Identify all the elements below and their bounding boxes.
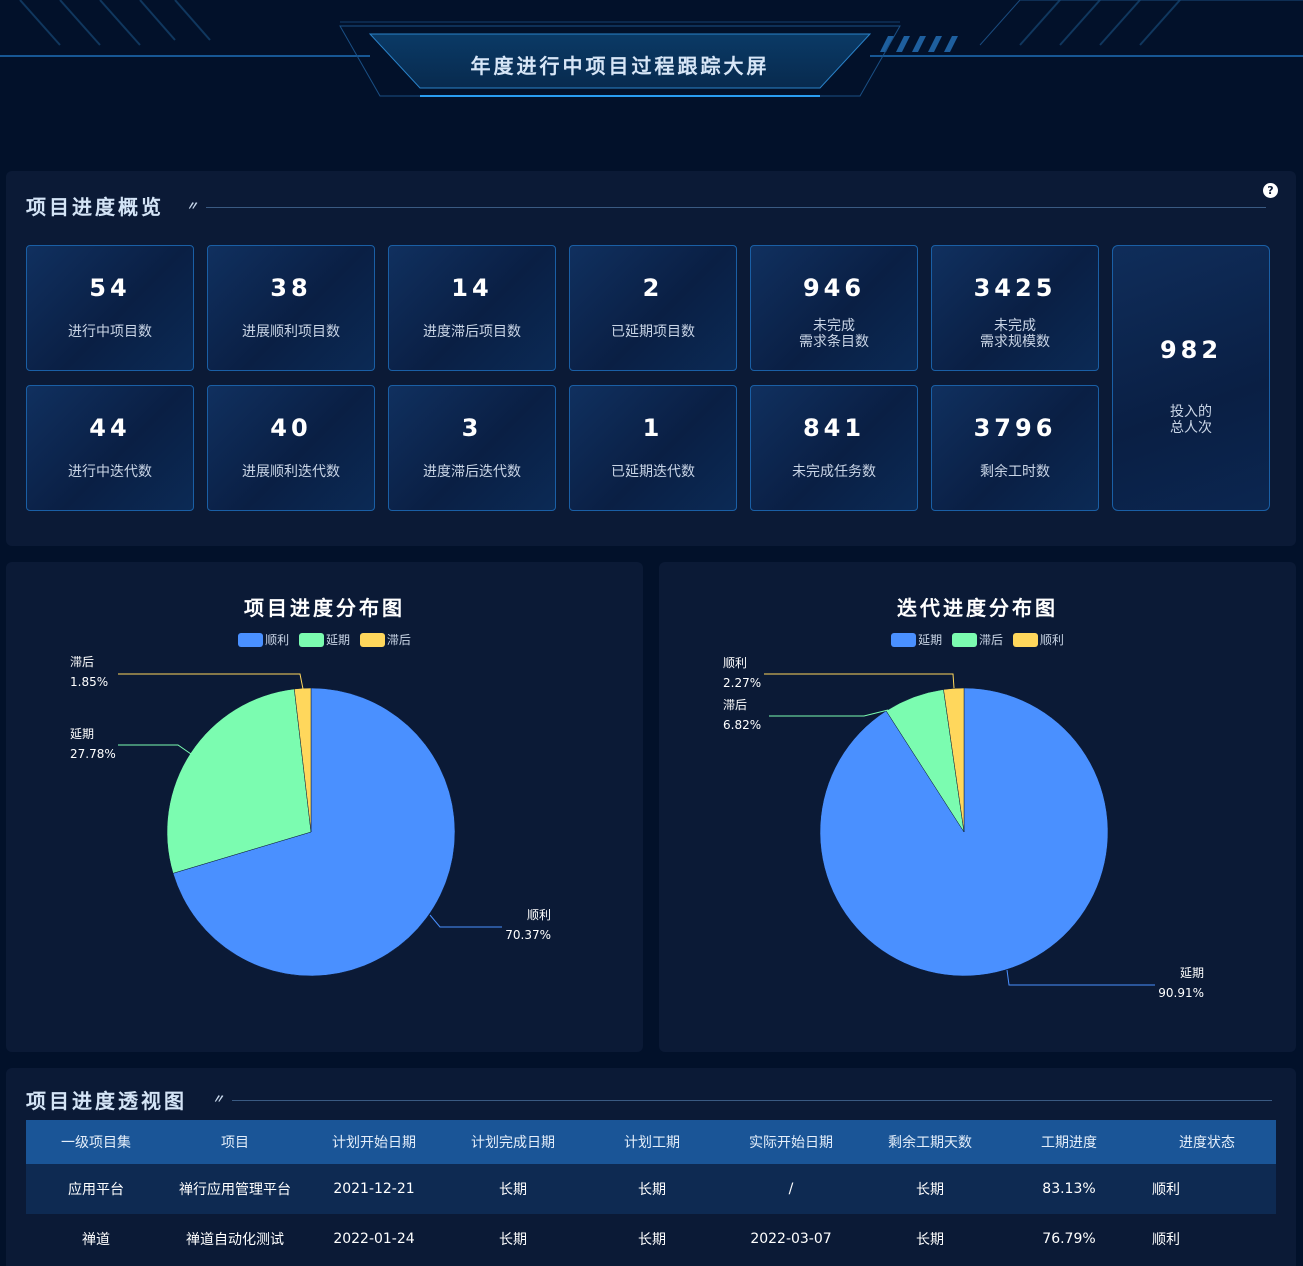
stat-label: 进度滞后项目数	[423, 324, 521, 340]
column-header[interactable]: 计划完成日期	[444, 1120, 582, 1164]
pie-label-smooth: 顺利 70.37%	[505, 908, 551, 942]
pie-leader-line	[118, 744, 192, 755]
column-header[interactable]: 一级项目集	[26, 1120, 166, 1164]
pie-label-lagging: 滞后 6.82%	[723, 698, 762, 732]
stat-card: 3425 未完成 需求规模数	[931, 245, 1099, 371]
table-cell: 禅道	[82, 1232, 110, 1248]
table-cell: 83.13%	[1042, 1181, 1096, 1197]
stat-card: 14 进度滞后项目数	[388, 245, 556, 371]
stat-card: 40 进展顺利迭代数	[207, 385, 375, 511]
stat-value: 44	[89, 414, 131, 442]
stat-card: 946 未完成 需求条目数	[750, 245, 918, 371]
table-row[interactable]: 应用平台 禅行应用管理平台 2021-12-21 长期 长期 / 长期 83.1…	[26, 1164, 1276, 1214]
stat-label: 进行中迭代数	[68, 464, 152, 480]
stat-value: 982	[1159, 336, 1223, 364]
table-cell: 2021-12-21	[333, 1181, 415, 1197]
stat-value: 841	[802, 414, 866, 442]
stat-value: 2	[642, 274, 664, 302]
stat-value: 946	[802, 274, 866, 302]
overview-title: 项目进度概览	[26, 195, 164, 219]
table-cell: 长期	[916, 1182, 944, 1198]
table-cell: 长期	[499, 1182, 527, 1198]
title-divider	[232, 1100, 1272, 1101]
table-cell: 长期	[916, 1232, 944, 1248]
table-header-row: 一级项目集 项目 计划开始日期 计划完成日期 计划工期 实际开始日期 剩余工期天…	[26, 1120, 1276, 1164]
title-decor-icon: 〃	[212, 1092, 225, 1106]
column-header[interactable]: 计划开始日期	[304, 1120, 444, 1164]
title-decor-icon: 〃	[186, 199, 199, 213]
status-cell: 顺利	[1152, 1232, 1180, 1248]
stat-value: 14	[451, 274, 493, 302]
stat-value: 38	[270, 274, 312, 302]
pie-leader-line	[1006, 969, 1155, 986]
column-header[interactable]: 实际开始日期	[722, 1120, 860, 1164]
column-header[interactable]: 进度状态	[1138, 1120, 1276, 1164]
stat-label: 投入的 总人次	[1170, 404, 1212, 436]
project-progress-pie-panel: 项目进度分布图 顺利 延期 滞后 滞后 1.85% 延期 27.78% 顺利 70.3…	[6, 562, 643, 1052]
stat-value: 3425	[973, 274, 1057, 302]
table-section-title: 项目进度透视图	[26, 1089, 187, 1113]
stat-label: 已延期迭代数	[611, 464, 695, 480]
table-cell: 长期	[638, 1232, 666, 1248]
title-divider	[206, 207, 1266, 208]
stat-label: 未完成 需求条目数	[799, 318, 869, 350]
pie-chart	[118, 673, 502, 977]
pie-label-lagging: 滞后 1.85%	[70, 655, 109, 689]
stat-label: 进展顺利项目数	[242, 324, 340, 340]
stat-card: 38 进展顺利项目数	[207, 245, 375, 371]
pie-leader-line	[764, 673, 955, 689]
table-row[interactable]: 禅道 禅道自动化测试 2022-01-24 长期 长期 2022-03-07 长…	[26, 1214, 1276, 1264]
stat-card: 2 已延期项目数	[569, 245, 737, 371]
stat-label: 进度滞后迭代数	[423, 464, 521, 480]
help-icon[interactable]: ?	[1263, 183, 1278, 198]
status-cell: 顺利	[1152, 1182, 1180, 1198]
pie-label-delayed: 延期 90.91%	[1158, 966, 1204, 1000]
stat-label: 已延期项目数	[611, 324, 695, 340]
table-cell: 2022-01-24	[333, 1231, 415, 1247]
overview-panel: 项目进度概览 〃 ? 54 进行中项目数 38 进展顺利项目数 14 进度滞后项…	[6, 171, 1296, 546]
stat-card: 3796 剩余工时数	[931, 385, 1099, 511]
stat-value: 40	[270, 414, 312, 442]
table-cell: 长期	[638, 1182, 666, 1198]
stat-value: 1	[642, 414, 664, 442]
table-cell: 长期	[499, 1232, 527, 1248]
pie-label-delayed: 延期 27.78%	[70, 727, 116, 761]
stat-card: 841 未完成任务数	[750, 385, 918, 511]
column-header[interactable]: 项目	[166, 1120, 304, 1164]
pie-leader-line	[118, 673, 304, 690]
page-title: 年度进行中项目过程跟踪大屏	[470, 54, 770, 78]
stat-label: 进行中项目数	[68, 324, 152, 340]
stat-card: 54 进行中项目数	[26, 245, 194, 371]
column-header[interactable]: 计划工期	[582, 1120, 722, 1164]
stat-value: 3	[461, 414, 483, 442]
table-cell: 禅道自动化测试	[186, 1232, 284, 1248]
pie-leader-line	[769, 709, 889, 717]
table-cell: 76.79%	[1042, 1231, 1096, 1247]
table-cell: /	[788, 1181, 794, 1197]
stat-value: 3796	[973, 414, 1057, 442]
stat-value: 54	[89, 274, 131, 302]
stat-label: 剩余工时数	[980, 464, 1050, 480]
stat-card: 3 进度滞后迭代数	[388, 385, 556, 511]
table-cell: 2022-03-07	[750, 1231, 832, 1247]
progress-table: 一级项目集 项目 计划开始日期 计划完成日期 计划工期 实际开始日期 剩余工期天…	[26, 1120, 1276, 1264]
stat-card: 1 已延期迭代数	[569, 385, 737, 511]
stat-label: 进展顺利迭代数	[242, 464, 340, 480]
column-header[interactable]: 工期进度	[1000, 1120, 1138, 1164]
table-cell: 禅行应用管理平台	[179, 1182, 291, 1198]
column-header[interactable]: 剩余工期天数	[860, 1120, 1000, 1164]
stat-label: 未完成 需求规模数	[980, 318, 1050, 350]
stat-card-total-people: 982 投入的 总人次	[1112, 245, 1270, 511]
iteration-progress-pie-panel: 迭代进度分布图 延期 滞后 顺利 顺利 2.27% 滞后 6.82% 延期 90.91…	[659, 562, 1296, 1052]
stat-label: 未完成任务数	[792, 464, 876, 480]
table-cell: 应用平台	[68, 1182, 124, 1198]
stat-card: 44 进行中迭代数	[26, 385, 194, 511]
page-header: 年度进行中项目过程跟踪大屏	[0, 0, 1303, 110]
project-progress-table-panel: 项目进度透视图 〃 一级项目集 项目 计划开始日期 计划完成日期 计划工期 实际…	[6, 1068, 1296, 1266]
pie-label-smooth: 顺利 2.27%	[723, 656, 762, 690]
